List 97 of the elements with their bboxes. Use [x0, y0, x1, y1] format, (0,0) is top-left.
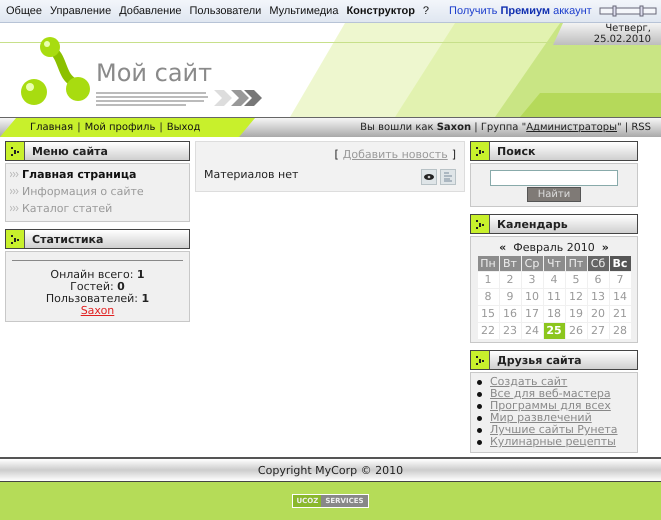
calendar-day[interactable]: 14 [610, 289, 630, 305]
bracket: [ [334, 148, 339, 161]
group-link[interactable]: Администраторы [526, 122, 618, 133]
arrow-icon [10, 146, 20, 156]
bullet-icon [477, 440, 482, 444]
weekday-header: Вт [500, 256, 520, 271]
login-status: Вы вошли как Saxon | Группа "Администраторы" | RSS [360, 122, 651, 133]
weekday-text: Четверг, [605, 23, 651, 34]
block-title: Друзья сайта [497, 354, 582, 366]
slider-icon[interactable] [599, 5, 657, 17]
menu-item[interactable]: Общее [6, 5, 42, 17]
double-chevron-icon [10, 171, 19, 178]
bullet-icon [477, 380, 482, 384]
menu-item[interactable]: Добавление [119, 5, 182, 17]
calendar-day[interactable]: 25 [544, 323, 564, 339]
friend-link[interactable]: Создать сайт [490, 376, 568, 388]
calendar-day[interactable]: 18 [544, 306, 564, 322]
site-title: Мой сайт [96, 59, 214, 87]
weekday-header: Сб [588, 256, 608, 271]
nav-link[interactable]: Выход [166, 122, 200, 133]
calendar-day[interactable]: 11 [544, 289, 564, 305]
calendar-day[interactable]: 2 [500, 272, 520, 288]
separator: | [77, 122, 81, 133]
calendar-day[interactable]: 17 [522, 306, 542, 322]
double-chevron-icon [10, 205, 19, 212]
next-month-link[interactable]: » [602, 241, 609, 254]
calendar-day[interactable]: 27 [588, 323, 608, 339]
search-button[interactable]: Найти [526, 187, 582, 202]
calendar-day[interactable]: 20 [588, 306, 608, 322]
friend-link[interactable]: Лучшие сайты Рунета [490, 424, 618, 436]
date-text: 25.02.2010 [594, 34, 651, 45]
calendar-day[interactable]: 22 [478, 323, 498, 339]
bullet-icon [477, 404, 482, 408]
calendar-day[interactable]: 10 [522, 289, 542, 305]
add-news-link[interactable]: Добавить новость [342, 148, 448, 161]
bullet-icon [477, 416, 482, 420]
calendar-day[interactable]: 24 [522, 323, 542, 339]
arrow-icon [476, 146, 484, 156]
menu-link[interactable]: Информация о сайте [10, 185, 185, 198]
user-link[interactable]: Saxon [80, 305, 114, 317]
bracket: ] [452, 148, 456, 161]
calendar-day[interactable]: 6 [588, 272, 608, 288]
arrow-icon [476, 356, 484, 364]
calendar-day[interactable]: 23 [500, 323, 520, 339]
friend-link[interactable]: Кулинарные рецепты [490, 436, 616, 448]
menu-item[interactable]: Управление [50, 5, 112, 17]
nav-link[interactable]: Мой профиль [84, 122, 156, 133]
eye-icon[interactable] [421, 169, 437, 185]
calendar-day[interactable]: 8 [478, 289, 498, 305]
block-title: Календарь [497, 218, 568, 230]
menu-item[interactable]: Конструктор [346, 5, 415, 17]
empty-text: Материалов нет [204, 168, 298, 180]
premium-link[interactable]: Получить Премиум аккаунт [449, 5, 592, 17]
stat-text: Онлайн всего: 1 [50, 269, 145, 281]
arrow-icon [10, 234, 20, 244]
copyright-text: Copyright MyCorp © 2010 [258, 464, 404, 476]
calendar-day[interactable]: 28 [610, 323, 630, 339]
calendar-day[interactable]: 21 [610, 306, 630, 322]
menu-item[interactable]: Пользователи [190, 5, 262, 17]
weekday-header: Пн [478, 256, 498, 271]
calendar-day[interactable]: 9 [500, 289, 520, 305]
calendar-day[interactable]: 26 [566, 323, 586, 339]
calendar-day[interactable]: 15 [478, 306, 498, 322]
menu-item[interactable]: Мультимедиа [269, 5, 338, 17]
bullet-icon [477, 392, 482, 396]
menu-link[interactable]: Главная страница [10, 168, 185, 181]
calendar-day[interactable]: 12 [566, 289, 586, 305]
calendar-day[interactable]: 5 [566, 272, 586, 288]
month-title: Февраль 2010 [513, 241, 595, 254]
nav-link[interactable]: Главная [30, 122, 74, 133]
calendar-day[interactable]: 7 [610, 272, 630, 288]
separator: | [159, 122, 163, 133]
calendar-day[interactable]: 19 [566, 306, 586, 322]
weekday-header: Ср [522, 256, 542, 271]
stat-text: Пользователей: 1 [46, 293, 150, 305]
menu-link[interactable]: Каталог статей [10, 202, 185, 215]
block-title: Статистика [32, 232, 104, 246]
calendar-day[interactable]: 4 [544, 272, 564, 288]
friend-link[interactable]: Мир развлечений [490, 412, 592, 424]
search-field[interactable] [490, 170, 618, 186]
double-chevron-icon [10, 188, 19, 195]
stat-text: Гостей: 0 [70, 281, 125, 293]
block-title: Меню сайта [32, 144, 108, 158]
weekday-header: Пт [566, 256, 586, 271]
weekday-header: Чт [544, 256, 564, 271]
previous-month-link[interactable]: « [499, 241, 506, 254]
calendar-day[interactable]: 1 [478, 272, 498, 288]
arrow-icon [476, 220, 484, 228]
calendar-day[interactable]: 16 [500, 306, 520, 322]
block-title: Поиск [497, 144, 536, 158]
bullet-icon [477, 428, 482, 432]
friend-link[interactable]: Программы для всех [490, 400, 611, 412]
calendar-day[interactable]: 13 [588, 289, 608, 305]
calendar-day[interactable]: 3 [522, 272, 542, 288]
friend-link[interactable]: Все для веб-мастера [490, 388, 611, 400]
menu-item[interactable]: ? [422, 5, 430, 17]
weekday-header: Вс [610, 256, 630, 271]
